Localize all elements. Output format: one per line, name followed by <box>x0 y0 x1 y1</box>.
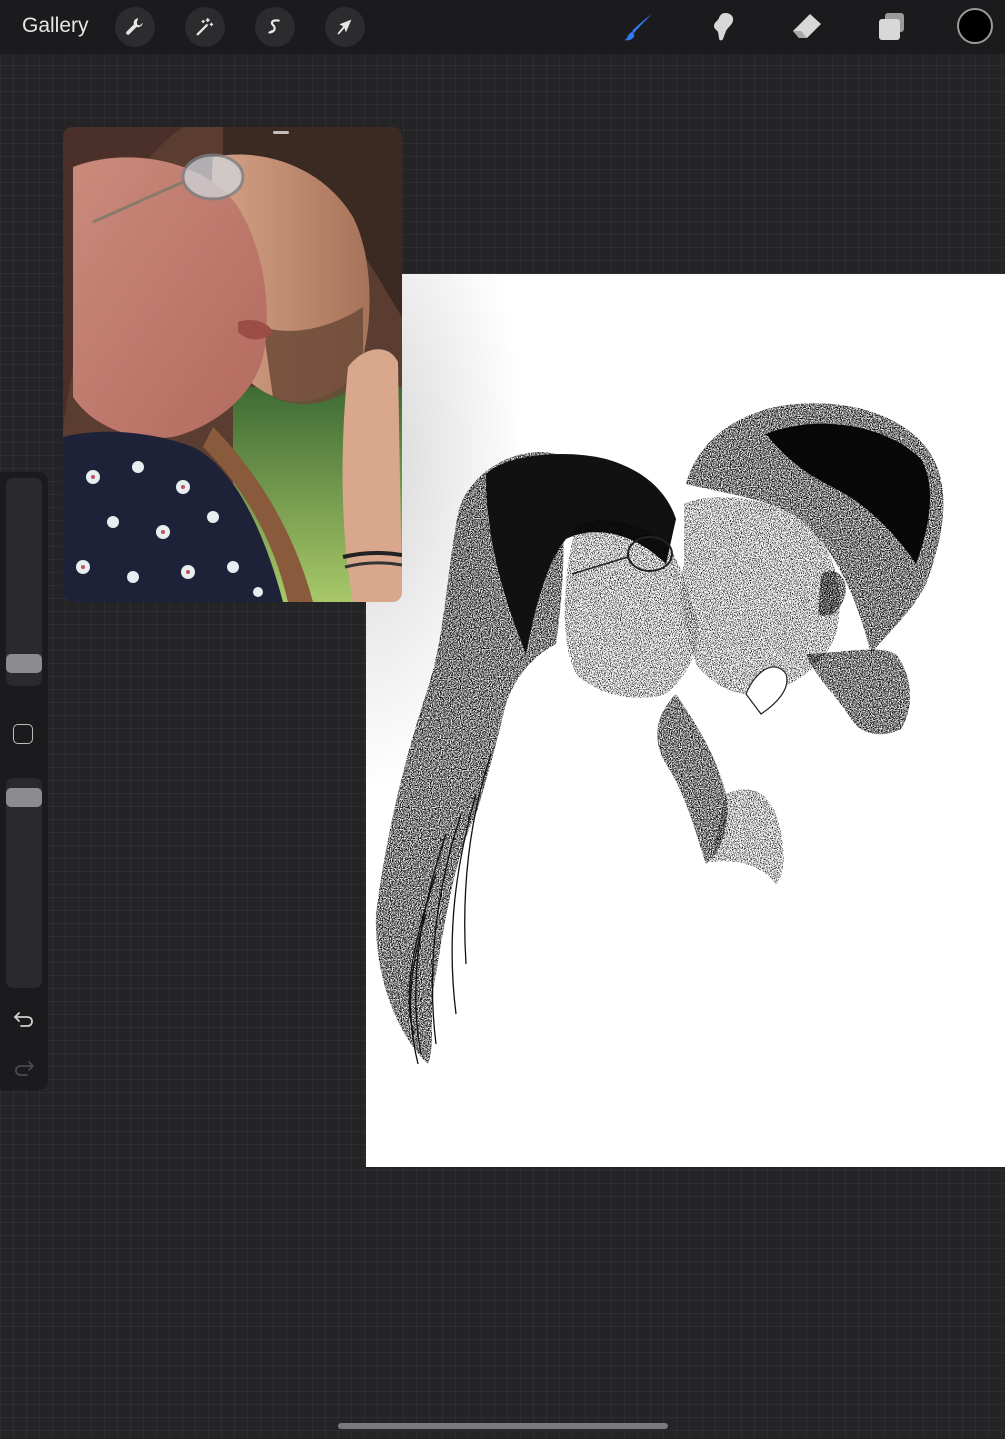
brush-icon <box>624 14 652 41</box>
left-sidebar <box>0 472 48 1090</box>
top-toolbar: Gallery <box>0 0 1005 54</box>
layers-icon <box>879 13 904 40</box>
procreate-app: Gallery <box>0 0 1005 1439</box>
eraser-icon <box>793 14 821 38</box>
smudge-finger-icon <box>714 13 734 41</box>
magic-wand-icon <box>196 18 214 36</box>
color-swatch-button[interactable] <box>957 8 993 44</box>
paint-brush-tool[interactable] <box>620 8 658 46</box>
brush-opacity-slider[interactable] <box>6 778 42 988</box>
reference-photo-window[interactable] <box>63 127 402 602</box>
adjustments-button[interactable] <box>185 7 225 47</box>
eraser-tool[interactable] <box>788 8 826 46</box>
drawing-canvas[interactable] <box>366 274 1005 1167</box>
redo-icon <box>15 1061 34 1076</box>
modify-square-icon[interactable] <box>13 724 33 744</box>
stippled-couple-artwork <box>375 403 944 1065</box>
brush-size-slider[interactable] <box>6 478 42 686</box>
selection-button[interactable] <box>255 7 295 47</box>
gallery-button[interactable]: Gallery <box>22 12 89 40</box>
brush-size-thumb[interactable] <box>6 654 42 673</box>
undo-button[interactable] <box>10 1005 38 1033</box>
smudge-tool[interactable] <box>704 8 742 46</box>
undo-icon <box>14 1012 33 1027</box>
home-indicator[interactable] <box>338 1423 668 1429</box>
arrow-cursor-icon <box>337 19 352 35</box>
reference-photo <box>63 127 402 602</box>
transform-button[interactable] <box>325 7 365 47</box>
actions-button[interactable] <box>115 7 155 47</box>
selection-s-icon <box>268 19 280 34</box>
wrench-icon <box>126 18 143 35</box>
brush-opacity-thumb[interactable] <box>6 788 42 807</box>
reference-drag-handle[interactable] <box>273 131 289 134</box>
redo-button[interactable] <box>10 1054 38 1082</box>
layers-button[interactable] <box>872 8 910 46</box>
